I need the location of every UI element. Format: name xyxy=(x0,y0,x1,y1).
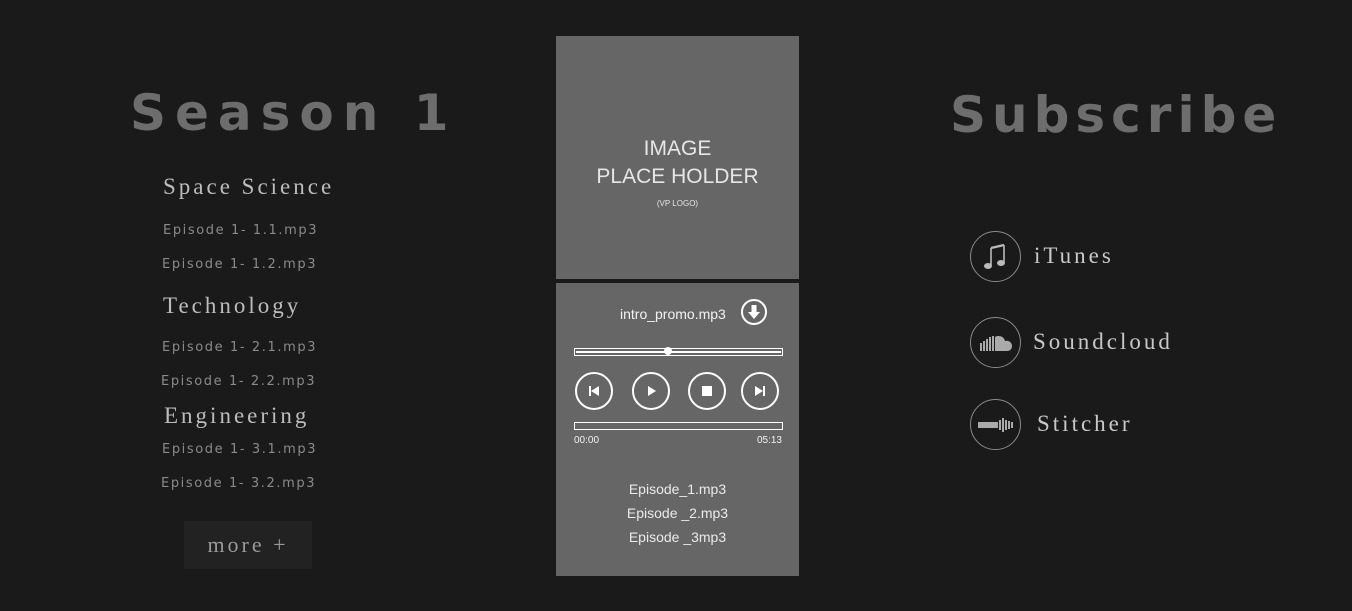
episode-link[interactable]: Episode 1- 3.2.mp3 xyxy=(161,476,316,491)
episode-link[interactable]: Episode 1- 3.1.mp3 xyxy=(162,442,317,457)
play-button[interactable] xyxy=(632,372,670,410)
subscribe-label: Stitcher xyxy=(1037,411,1133,436)
track-name: intro_promo.mp3 xyxy=(620,306,726,322)
previous-icon xyxy=(589,386,599,396)
stop-button[interactable] xyxy=(688,372,726,410)
more-button[interactable]: more + xyxy=(184,521,312,569)
subscribe-label: Soundcloud xyxy=(1033,329,1173,354)
episode-link[interactable]: Episode 1- 2.2.mp3 xyxy=(161,374,316,389)
progress-bar[interactable] xyxy=(574,422,783,430)
previous-button[interactable] xyxy=(575,372,613,410)
next-button[interactable] xyxy=(741,372,779,410)
stop-icon xyxy=(702,386,712,396)
episode-link[interactable]: Episode 1- 2.1.mp3 xyxy=(162,340,317,355)
image-placeholder: IMAGE PLACE HOLDER (VP LOGO) xyxy=(556,36,799,279)
episode-link[interactable]: Episode 1- 1.2.mp3 xyxy=(162,257,317,272)
stitcher-icon xyxy=(970,399,1021,450)
category-technology[interactable]: Technology xyxy=(163,293,301,319)
time-current: 00:00 xyxy=(574,435,600,446)
season-title: Season 1 xyxy=(130,84,458,142)
music-note-icon xyxy=(970,231,1021,282)
placeholder-line2: PLACE HOLDER xyxy=(596,165,759,188)
category-space-science[interactable]: Space Science xyxy=(163,174,334,200)
playlist-item[interactable]: Episode_1.mp3 xyxy=(556,481,799,497)
play-icon xyxy=(648,386,656,396)
placeholder-line1: IMAGE xyxy=(643,137,712,160)
soundcloud-icon xyxy=(970,317,1021,368)
download-button[interactable] xyxy=(741,299,767,325)
playlist-item[interactable]: Episode _3mp3 xyxy=(556,529,799,545)
seek-handle[interactable] xyxy=(664,347,673,355)
subscribe-title: Subscribe xyxy=(950,86,1283,144)
seek-slider[interactable] xyxy=(574,347,783,356)
subscribe-label: iTunes xyxy=(1034,243,1114,268)
playlist-item[interactable]: Episode _2.mp3 xyxy=(556,505,799,521)
audio-player: intro_promo.mp3 00:00 05:13 Episode_1.mp… xyxy=(556,283,799,576)
download-icon xyxy=(748,305,760,319)
seek-track xyxy=(576,351,781,353)
placeholder-line3: (VP LOGO) xyxy=(656,199,699,208)
category-engineering[interactable]: Engineering xyxy=(164,403,309,429)
episode-link[interactable]: Episode 1- 1.1.mp3 xyxy=(163,223,318,238)
time-total: 05:13 xyxy=(756,435,782,446)
next-icon xyxy=(755,386,765,396)
